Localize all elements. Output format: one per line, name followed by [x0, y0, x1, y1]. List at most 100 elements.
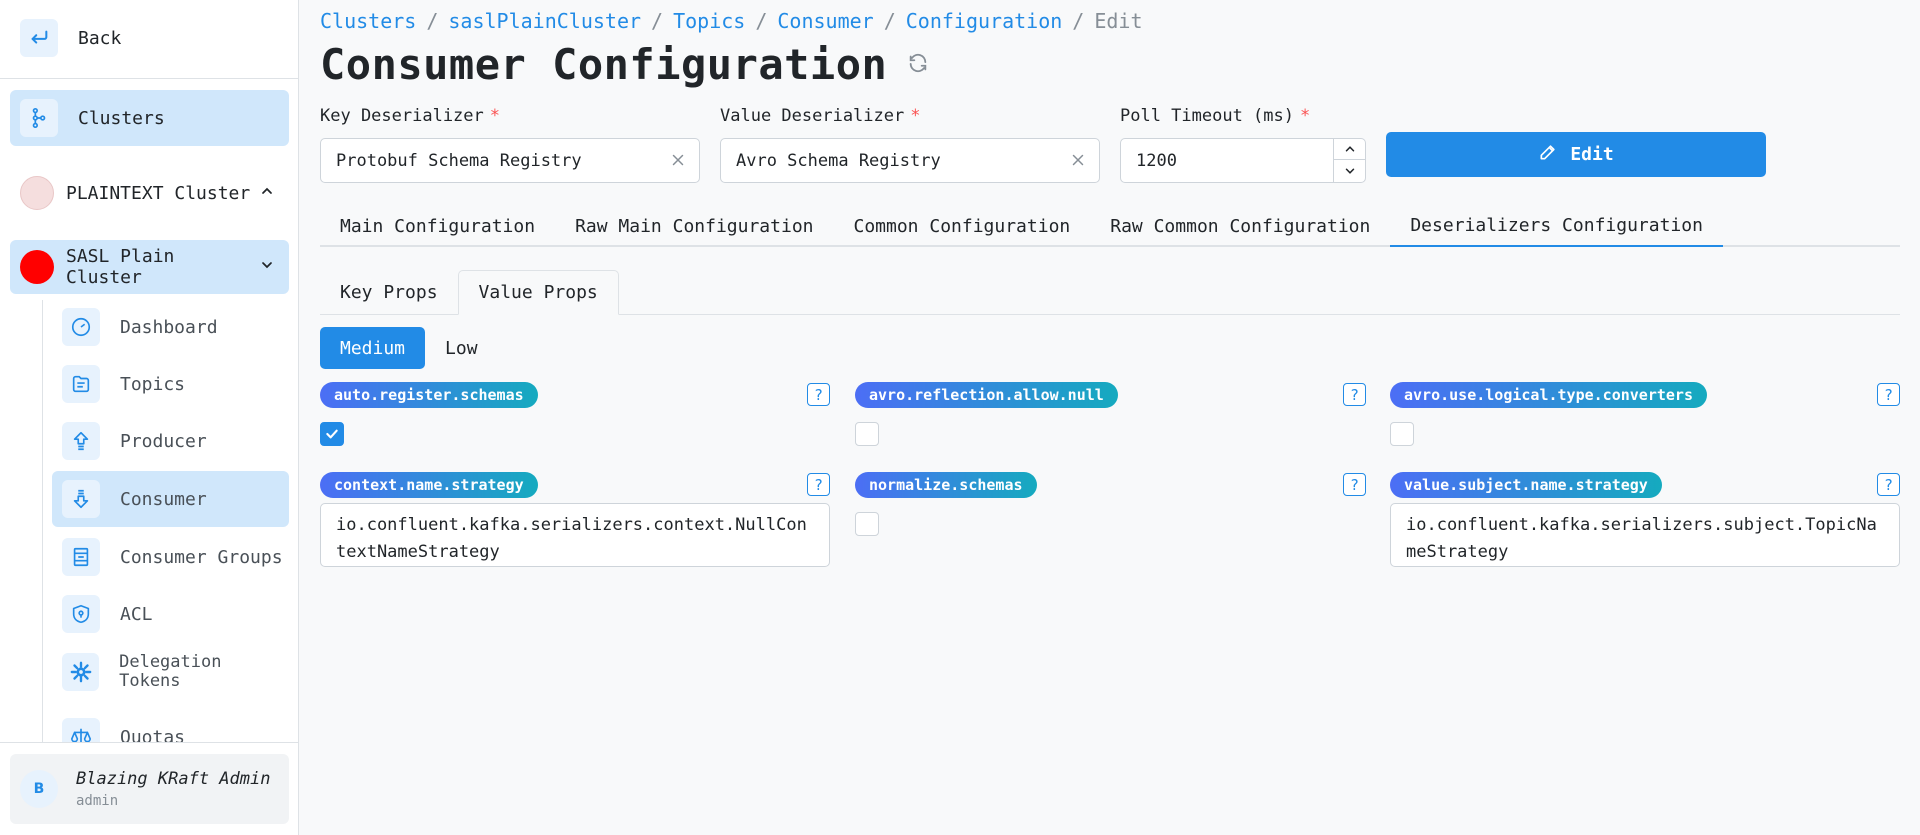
importance-low[interactable]: Low: [425, 327, 498, 369]
tab-deserializers-configuration[interactable]: Deserializers Configuration: [1390, 205, 1723, 247]
cluster-sasl[interactable]: SASL Plain Cluster: [10, 240, 289, 294]
help-icon[interactable]: ?: [1877, 383, 1900, 406]
number-stepper: [1333, 139, 1365, 182]
help-icon[interactable]: ?: [1343, 383, 1366, 406]
decrement-button[interactable]: [1334, 160, 1365, 181]
sidebar-item-consumer[interactable]: Consumer: [52, 471, 289, 527]
quotas-scale-icon: [62, 718, 100, 742]
sidebar-item-label: Producer: [120, 430, 207, 452]
sidebar-item-producer[interactable]: Producer: [52, 413, 289, 469]
sidebar-item-consumer-groups[interactable]: Consumer Groups: [52, 529, 289, 585]
value-deserializer-select[interactable]: Avro Schema Registry: [720, 138, 1100, 183]
delegation-tokens-icon: [62, 653, 100, 691]
prop-name-badge: context.name.strategy: [320, 472, 538, 498]
key-deserializer-label: Key Deserializer: [320, 106, 484, 126]
consumer-groups-icon: [62, 538, 100, 576]
avatar: B: [20, 770, 58, 808]
help-icon[interactable]: ?: [1343, 473, 1366, 496]
prop-context-name-strategy: context.name.strategy ? io.confluent.kaf…: [320, 472, 830, 567]
acl-shield-icon: [62, 595, 100, 633]
poll-timeout-value: 1200: [1136, 150, 1177, 171]
value-deserializer-value: Avro Schema Registry: [736, 150, 941, 171]
context-name-strategy-input[interactable]: io.confluent.kafka.serializers.context.N…: [320, 503, 830, 567]
required-asterisk: *: [489, 106, 501, 126]
back-button[interactable]: Back: [10, 12, 290, 64]
page-title: Consumer Configuration: [320, 40, 888, 89]
tab-main-configuration[interactable]: Main Configuration: [320, 205, 555, 247]
breadcrumb-cluster[interactable]: saslPlainCluster: [448, 9, 641, 33]
chevron-up-icon: [259, 183, 275, 203]
breadcrumb-separator: /: [651, 9, 664, 33]
sidebar-divider: [0, 78, 299, 79]
consumer-icon: [62, 480, 100, 518]
sidebar-item-label: Quotas: [120, 726, 186, 743]
sidebar-footer-divider: [0, 742, 299, 743]
tab-raw-common-configuration[interactable]: Raw Common Configuration: [1090, 205, 1390, 247]
avro-reflection-allow-null-checkbox[interactable]: [855, 422, 879, 446]
user-name: Blazing KRaft Admin: [76, 769, 271, 789]
clear-icon[interactable]: [1069, 151, 1087, 174]
help-icon[interactable]: ?: [807, 383, 830, 406]
topics-icon: [62, 365, 100, 403]
help-icon[interactable]: ?: [807, 473, 830, 496]
poll-timeout-label: Poll Timeout (ms): [1120, 106, 1294, 126]
clusters-icon: [20, 99, 58, 137]
pencil-icon: [1538, 142, 1558, 167]
poll-timeout-field: Poll Timeout (ms) * 1200: [1120, 106, 1366, 183]
breadcrumb-topics[interactable]: Topics: [673, 9, 745, 33]
breadcrumb-separator: /: [426, 9, 439, 33]
tab-raw-main-configuration[interactable]: Raw Main Configuration: [555, 205, 833, 247]
tab-value-props[interactable]: Value Props: [457, 270, 619, 315]
refresh-icon[interactable]: [907, 52, 929, 78]
sidebar-item-delegation-tokens[interactable]: Delegation Tokens: [52, 644, 289, 700]
config-tabs: Main Configuration Raw Main Configuratio…: [320, 205, 1900, 247]
edit-button[interactable]: Edit: [1386, 132, 1766, 177]
back-arrow-icon: [20, 19, 58, 57]
tab-key-props[interactable]: Key Props: [320, 270, 458, 315]
sidebar-item-label: Consumer: [120, 488, 207, 510]
user-menu[interactable]: B Blazing KRaft Admin admin: [10, 754, 289, 824]
auto-register-schemas-checkbox[interactable]: [320, 422, 344, 446]
sidebar-item-clusters[interactable]: Clusters: [10, 90, 289, 146]
poll-timeout-input[interactable]: 1200: [1120, 138, 1366, 183]
sidebar-item-topics[interactable]: Topics: [52, 356, 289, 412]
cluster-plaintext[interactable]: PLAINTEXT Cluster: [10, 166, 289, 220]
sidebar-item-label: Consumer Groups: [120, 546, 283, 568]
sidebar-item-label: Clusters: [78, 107, 165, 129]
prop-value-subject-name-strategy: value.subject.name.strategy ? io.conflue…: [1390, 472, 1900, 567]
breadcrumb-configuration[interactable]: Configuration: [906, 9, 1063, 33]
sidebar-item-acl[interactable]: ACL: [52, 586, 289, 642]
key-deserializer-select[interactable]: Protobuf Schema Registry: [320, 138, 700, 183]
cluster-label: PLAINTEXT Cluster: [66, 182, 251, 204]
clear-icon[interactable]: [669, 151, 687, 174]
required-asterisk: *: [910, 106, 921, 126]
sidebar-item-quotas[interactable]: Quotas: [52, 709, 289, 742]
increment-button[interactable]: [1334, 139, 1365, 160]
tab-common-configuration[interactable]: Common Configuration: [834, 205, 1091, 247]
prop-avro-reflection-allow-null: avro.reflection.allow.null ?: [855, 382, 1366, 446]
sidebar-item-label: Dashboard: [120, 316, 218, 338]
sidebar-item-dashboard[interactable]: Dashboard: [52, 299, 289, 355]
avro-use-logical-type-converters-checkbox[interactable]: [1390, 422, 1414, 446]
breadcrumb-current: Edit: [1094, 9, 1143, 33]
cluster-color-dot: [20, 250, 54, 284]
chevron-down-icon: [259, 257, 275, 277]
required-asterisk: *: [1300, 106, 1311, 126]
user-role: admin: [76, 793, 119, 809]
value-deserializer-label: Value Deserializer: [720, 106, 905, 126]
sidebar-item-label: Delegation Tokens: [119, 652, 222, 691]
prop-name-badge: normalize.schemas: [855, 472, 1037, 498]
value-deserializer-field: Value Deserializer * Avro Schema Registry: [720, 106, 1100, 183]
breadcrumb-separator: /: [1072, 9, 1085, 33]
submenu-guide-line: [42, 300, 43, 742]
prop-auto-register-schemas: auto.register.schemas ?: [320, 382, 830, 446]
breadcrumb-separator: /: [883, 9, 896, 33]
dashboard-icon: [62, 308, 100, 346]
breadcrumb-consumer[interactable]: Consumer: [777, 9, 873, 33]
help-icon[interactable]: ?: [1877, 473, 1900, 496]
key-deserializer-value: Protobuf Schema Registry: [336, 150, 582, 171]
normalize-schemas-checkbox[interactable]: [855, 512, 879, 536]
breadcrumb-clusters[interactable]: Clusters: [320, 9, 416, 33]
importance-medium[interactable]: Medium: [320, 327, 426, 369]
value-subject-name-strategy-input[interactable]: io.confluent.kafka.serializers.subject.T…: [1390, 503, 1900, 567]
